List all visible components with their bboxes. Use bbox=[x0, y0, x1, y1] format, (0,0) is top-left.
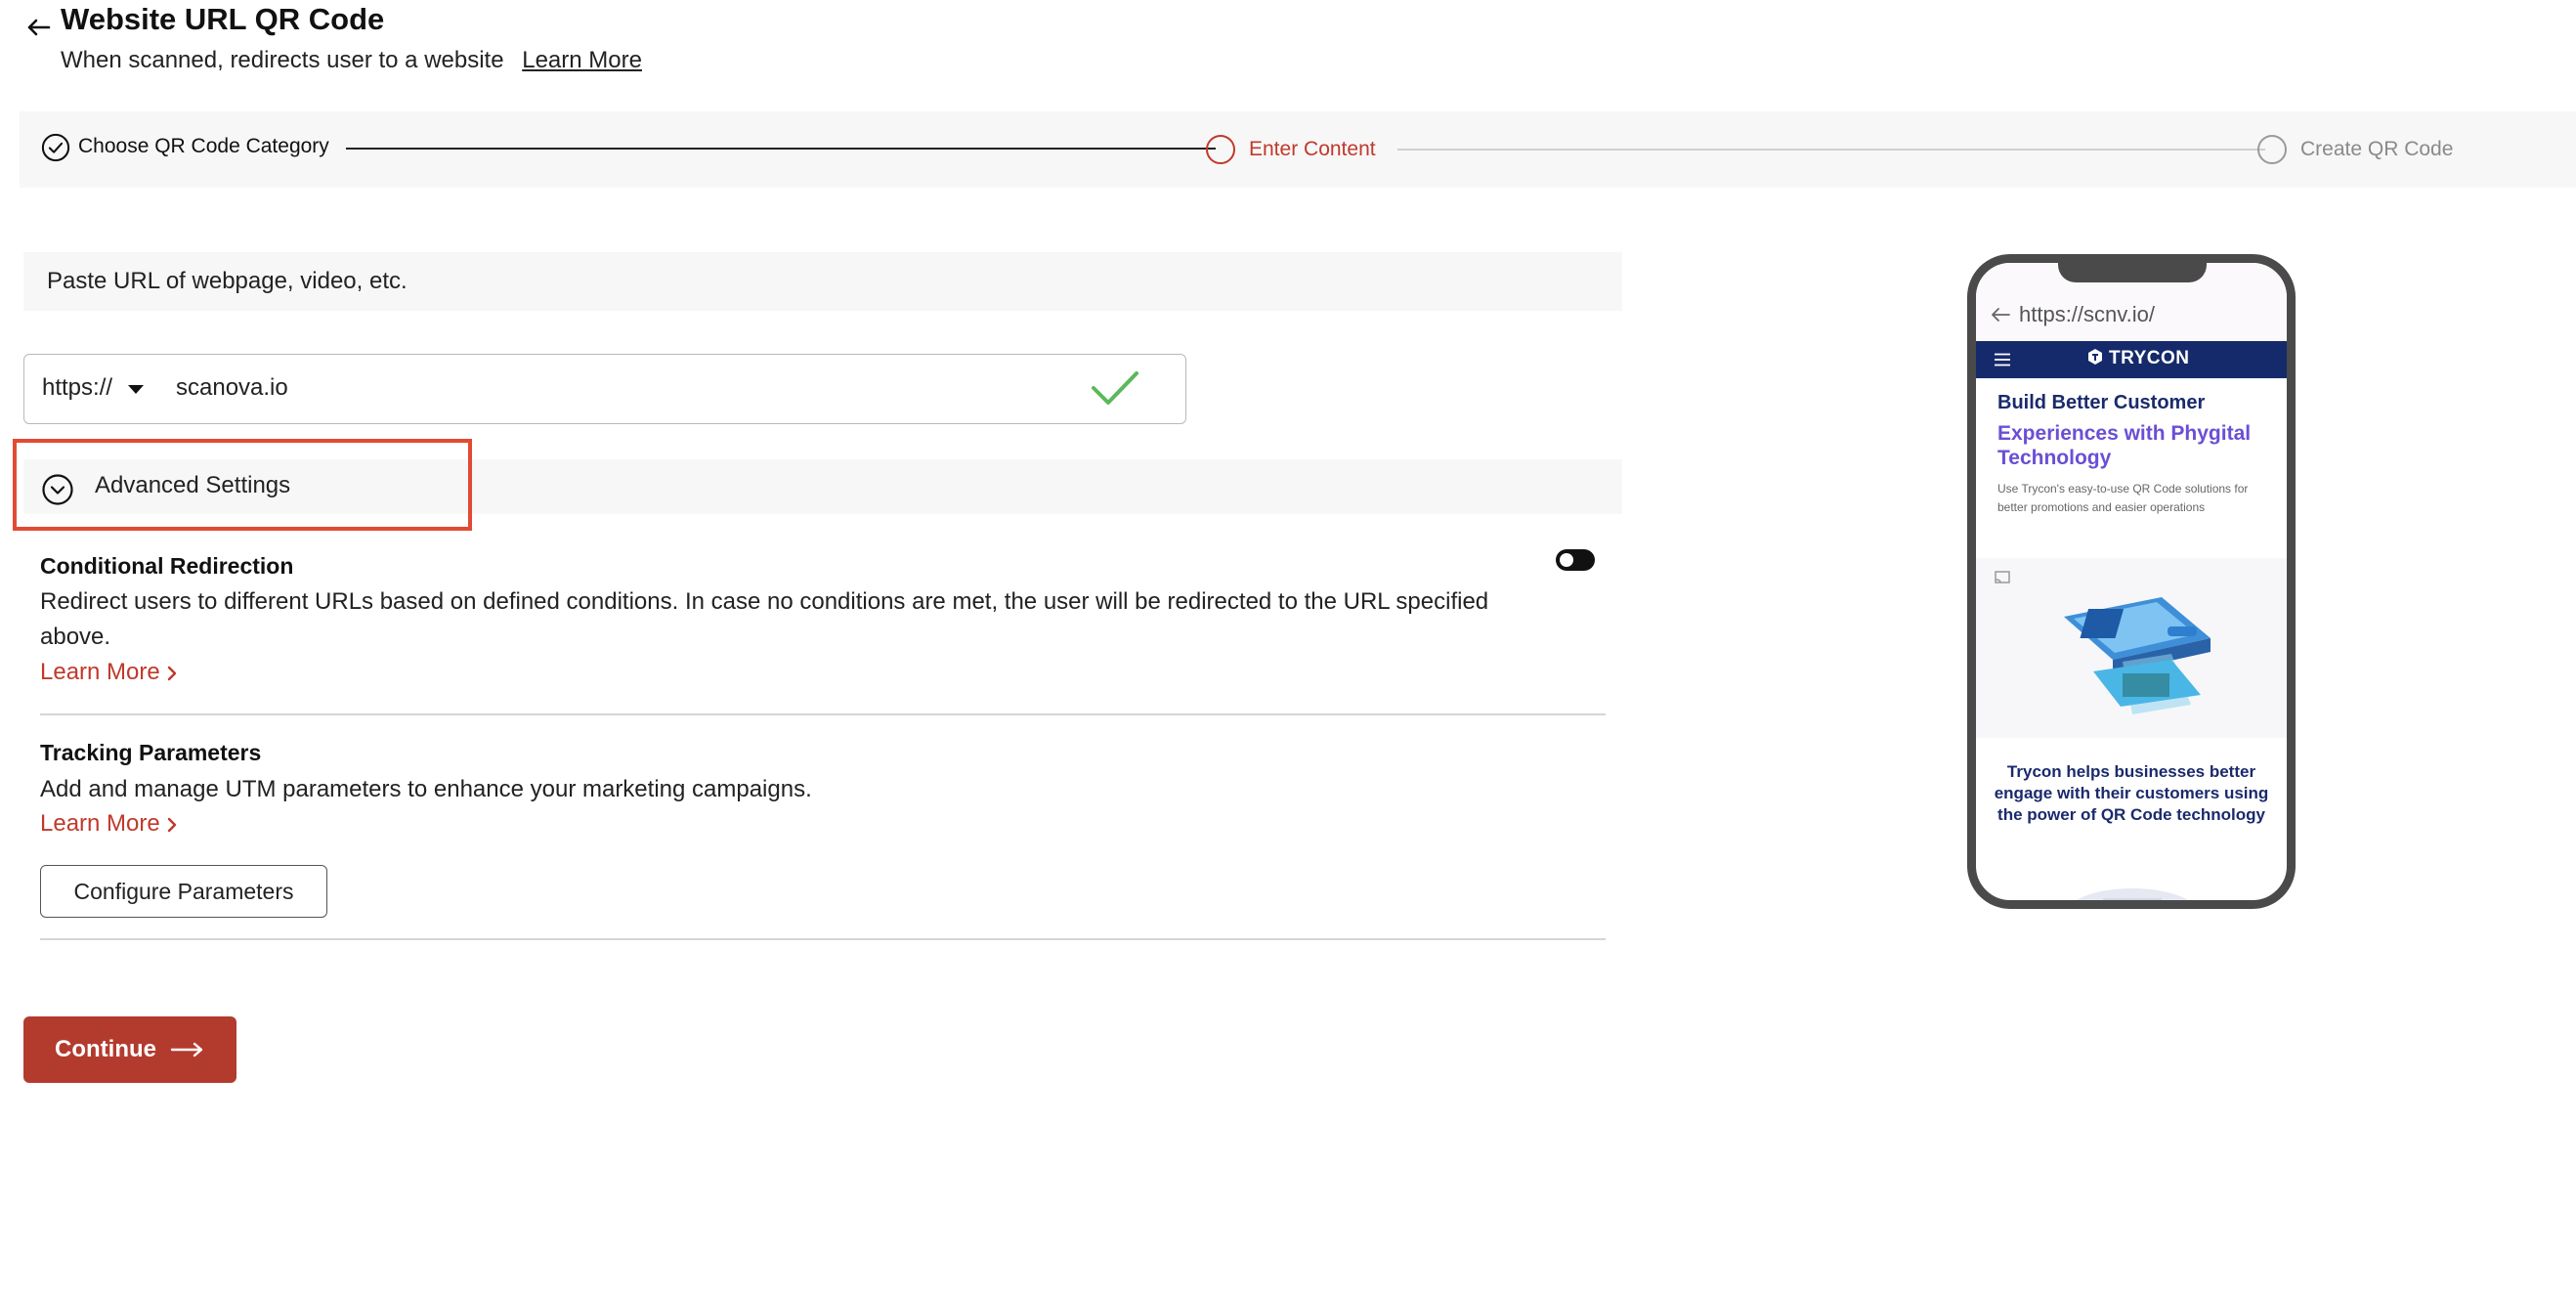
tracking-learn-more-text[interactable]: Learn More bbox=[40, 810, 160, 837]
progress-stepper: Choose QR Code Category Enter Content Cr… bbox=[20, 111, 2576, 188]
step-label-choose-category: Choose QR Code Category bbox=[78, 135, 329, 157]
phone-subtext: Use Trycon's easy-to-use QR Code solutio… bbox=[1997, 482, 2249, 514]
conditional-learn-more-text[interactable]: Learn More bbox=[40, 659, 160, 685]
phone-headline-2: Experiences with Phygital Technology bbox=[1997, 422, 2252, 469]
step-pending-circle-icon bbox=[2257, 135, 2287, 164]
step-label-enter-content: Enter Content bbox=[1249, 138, 1376, 160]
url-input-group: https:// scanova.io bbox=[23, 354, 1186, 424]
step-label-create-qr: Create QR Code bbox=[2300, 138, 2454, 160]
step-done-check-icon bbox=[41, 133, 70, 162]
page-title: Website URL QR Code bbox=[61, 2, 385, 36]
continue-button[interactable]: Continue bbox=[23, 1016, 236, 1083]
protocol-select[interactable]: https:// bbox=[42, 374, 112, 402]
conditional-redirection-toggle[interactable] bbox=[1556, 549, 1595, 571]
arrow-right-icon bbox=[170, 1042, 203, 1057]
chevron-right-icon bbox=[167, 817, 176, 832]
phone-headline-1: Build Better Customer bbox=[1997, 392, 2206, 413]
valid-check-icon bbox=[1092, 371, 1138, 405]
conditional-redirection-title: Conditional Redirection bbox=[40, 553, 294, 579]
brand-logo: TRYCON bbox=[2087, 348, 2190, 369]
step-connector-done bbox=[346, 148, 1216, 150]
section-divider bbox=[40, 713, 1606, 715]
phone-hero-illustration bbox=[1976, 558, 2287, 738]
step-connector-pending bbox=[1397, 149, 2265, 151]
continue-button-label[interactable]: Continue bbox=[55, 1036, 156, 1063]
tracking-parameters-title: Tracking Parameters bbox=[40, 740, 262, 765]
step-active-circle-icon bbox=[1206, 135, 1235, 164]
section-divider bbox=[40, 938, 1606, 940]
conditional-redirection-description: Redirect users to different URLs based o… bbox=[40, 588, 1489, 650]
brand-mark-icon bbox=[2088, 349, 2102, 365]
phone-preview: https://scnv.io/ TRYCON Build Better Cus… bbox=[1967, 254, 2296, 909]
header-learn-more-link[interactable]: Learn More bbox=[522, 47, 642, 73]
page-subtitle: When scanned, redirects user to a websit… bbox=[61, 47, 642, 74]
chevron-right-icon bbox=[167, 666, 176, 680]
advanced-settings-highlight bbox=[13, 439, 472, 531]
back-arrow-icon[interactable] bbox=[20, 8, 59, 47]
phone-bottom-graphic bbox=[2076, 888, 2189, 900]
toggle-knob bbox=[1560, 553, 1573, 567]
brand-name: TRYCON bbox=[2109, 348, 2190, 368]
caret-down-icon[interactable] bbox=[128, 385, 144, 394]
tracking-parameters-description: Add and manage UTM parameters to enhance… bbox=[40, 776, 812, 802]
tracking-learn-more-link[interactable]: Learn More bbox=[40, 810, 178, 838]
configure-parameters-button[interactable]: Configure Parameters bbox=[40, 865, 327, 918]
conditional-learn-more-link[interactable]: Learn More bbox=[40, 659, 178, 686]
phone-caption: Trycon helps businesses better engage wi… bbox=[1994, 762, 2269, 824]
phone-back-arrow-icon bbox=[1992, 308, 2010, 322]
phone-notch bbox=[2058, 263, 2207, 282]
url-instruction-text: Paste URL of webpage, video, etc. bbox=[47, 268, 408, 294]
phone-url-text: https://scnv.io/ bbox=[2019, 302, 2155, 326]
qr-phone-illustration-icon bbox=[1995, 571, 2211, 714]
phone-site-navbar: TRYCON bbox=[1976, 341, 2287, 378]
url-input[interactable]: scanova.io bbox=[176, 374, 288, 402]
hamburger-menu-icon bbox=[1995, 353, 2010, 367]
url-instruction-bar: Paste URL of webpage, video, etc. bbox=[23, 252, 1622, 311]
subtitle-text: When scanned, redirects user to a websit… bbox=[61, 47, 504, 73]
